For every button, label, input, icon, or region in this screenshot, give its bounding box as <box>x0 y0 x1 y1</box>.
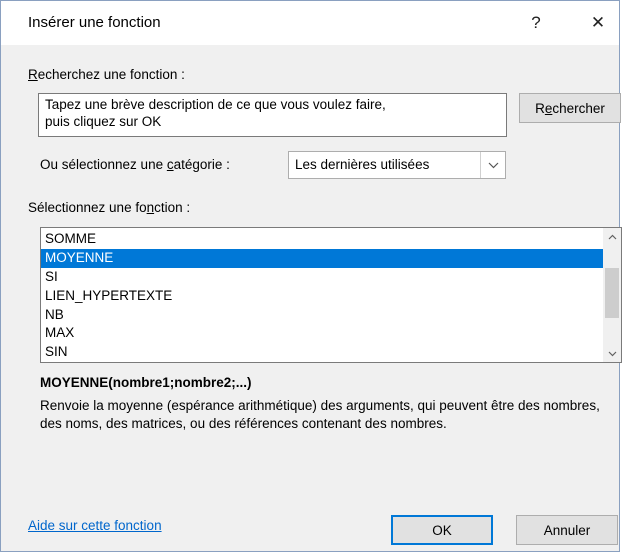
list-item[interactable]: LIEN_HYPERTEXTE <box>41 287 603 306</box>
help-button[interactable]: ? <box>513 1 559 45</box>
list-item[interactable]: MOYENNE <box>41 248 603 268</box>
scroll-thumb[interactable] <box>605 268 619 318</box>
chevron-down-icon[interactable] <box>480 152 505 178</box>
list-item[interactable]: MAX <box>41 324 603 343</box>
function-list[interactable]: SOMME MOYENNE SI LIEN_HYPERTEXTE NB MAX SIN <box>40 227 622 363</box>
category-selected-value: Les dernières utilisées <box>295 157 430 172</box>
ok-button[interactable]: OK <box>391 515 493 545</box>
cancel-button[interactable]: Annuler <box>516 515 618 545</box>
function-description: Renvoie la moyenne (espérance arithmétiq… <box>40 398 600 431</box>
list-item[interactable]: SIN <box>41 343 603 362</box>
list-item[interactable]: SOMME <box>41 230 603 249</box>
dialog-title: Insérer une fonction <box>28 14 161 31</box>
list-item[interactable]: SI <box>41 268 603 287</box>
scroll-up-icon[interactable] <box>603 228 621 245</box>
list-scrollbar[interactable] <box>603 228 621 362</box>
functions-label: Sélectionnez une fonction : <box>28 200 191 215</box>
title-bar: Insérer une fonction ? ✕ <box>1 1 619 45</box>
category-label: Ou sélectionnez une catégorie : <box>40 157 230 172</box>
function-signature: MOYENNE(nombre1;nombre2;...) <box>40 375 252 390</box>
category-select[interactable]: Les dernières utilisées <box>288 151 506 179</box>
help-link[interactable]: Aide sur cette fonction <box>28 518 162 533</box>
close-button[interactable]: ✕ <box>575 1 621 45</box>
function-list-items: SOMME MOYENNE SI LIEN_HYPERTEXTE NB MAX SIN <box>41 230 603 362</box>
search-text-line1: Tapez une brève description de ce que vo… <box>45 97 386 112</box>
search-label: Recherchez une fonction : <box>28 67 185 82</box>
search-input[interactable]: Tapez une brève description de ce que vo… <box>38 93 507 137</box>
close-icon: ✕ <box>590 13 606 32</box>
search-text-line2: puis cliquez sur OK <box>45 114 162 129</box>
scroll-down-icon[interactable] <box>603 345 621 362</box>
help-icon: ? <box>531 13 541 32</box>
search-button[interactable]: Re chercher <box>519 93 621 123</box>
list-item[interactable]: NB <box>41 306 603 325</box>
insert-function-dialog: Insérer une fonction ? ✕ Recherchez une … <box>0 0 622 552</box>
